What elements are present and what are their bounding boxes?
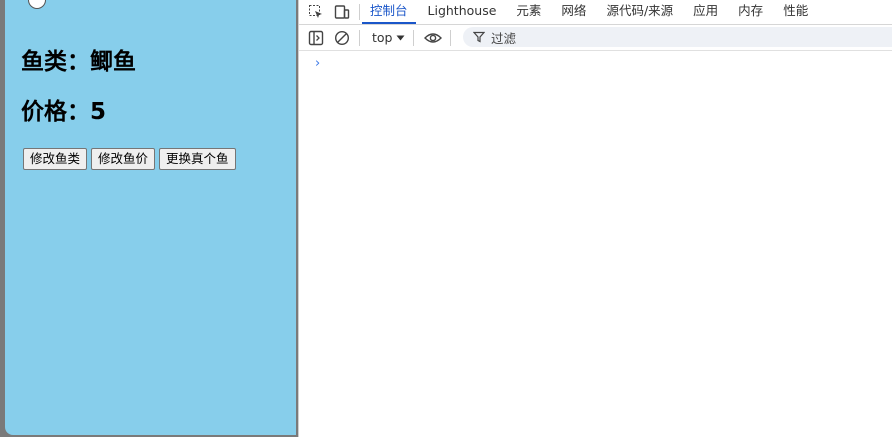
fish-price-heading: 价格：5 bbox=[21, 99, 107, 125]
context-selector[interactable]: top bbox=[372, 30, 405, 45]
tab-network[interactable]: 网络 bbox=[551, 0, 596, 24]
context-selector-value: top bbox=[372, 30, 393, 45]
dropdown-caret-icon bbox=[396, 35, 405, 40]
fish-app: 鱼类：鲫鱼 价格：5 修改鱼类 修改鱼价 更换真个鱼 bbox=[5, 0, 296, 435]
fish-kind-heading: 鱼类：鲫鱼 bbox=[21, 49, 136, 75]
tab-lighthouse[interactable]: Lighthouse bbox=[418, 0, 507, 24]
filter-placeholder: 过滤 bbox=[491, 30, 517, 46]
toolbar-divider-3 bbox=[450, 29, 452, 46]
inspect-element-icon[interactable] bbox=[307, 3, 325, 21]
devtools-panel: 控制台 Lighthouse 元素 网络 源代码/来源 应用 内存 性能 top… bbox=[298, 0, 892, 437]
replace-fish-button[interactable]: 更换真个鱼 bbox=[159, 148, 236, 170]
console-prompt-chevron-icon[interactable]: › bbox=[315, 56, 320, 71]
tab-memory[interactable]: 内存 bbox=[728, 0, 773, 24]
console-toolbar: top 过滤 bbox=[299, 25, 892, 51]
tab-performance[interactable]: 性能 bbox=[773, 0, 818, 24]
change-price-button[interactable]: 修改鱼价 bbox=[91, 148, 156, 170]
tab-application[interactable]: 应用 bbox=[683, 0, 728, 24]
filter-funnel-icon bbox=[473, 31, 485, 43]
tab-elements[interactable]: 元素 bbox=[506, 0, 551, 24]
toolbar-divider bbox=[359, 29, 360, 46]
app-window-frame: 鱼类：鲫鱼 价格：5 修改鱼类 修改鱼价 更换真个鱼 bbox=[0, 0, 298, 437]
live-expression-eye-icon[interactable] bbox=[424, 29, 443, 47]
toolbar-divider-2 bbox=[413, 29, 415, 46]
change-kind-button[interactable]: 修改鱼类 bbox=[23, 148, 88, 170]
button-row: 修改鱼类 修改鱼价 更换真个鱼 bbox=[23, 148, 236, 170]
tab-console[interactable]: 控制台 bbox=[360, 0, 418, 24]
devtools-tabbar: 控制台 Lighthouse 元素 网络 源代码/来源 应用 内存 性能 bbox=[299, 0, 892, 25]
console-filter-input[interactable]: 过滤 bbox=[463, 27, 892, 47]
clear-console-icon[interactable] bbox=[333, 29, 351, 47]
tab-sources[interactable]: 源代码/来源 bbox=[596, 0, 683, 24]
device-toolbar-icon[interactable] bbox=[333, 3, 351, 21]
sidebar-toggle-icon[interactable] bbox=[307, 29, 325, 47]
